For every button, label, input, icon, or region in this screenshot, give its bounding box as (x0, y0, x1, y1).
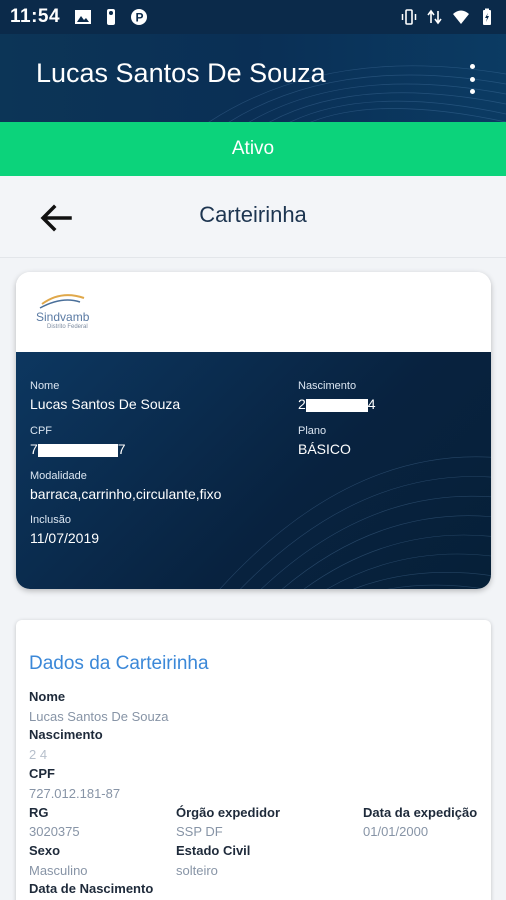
detail-label-sexo: Sexo (29, 843, 61, 858)
card-field-cpf: CPF 77 (30, 425, 126, 457)
detail-label-rg: RG (29, 805, 49, 820)
header-title: Lucas Santos De Souza (36, 58, 326, 88)
status-time: 11:54 (10, 6, 61, 27)
wave-pattern (219, 456, 491, 589)
more-vert-icon[interactable] (462, 64, 482, 94)
details-title: Dados da Carteirinha (29, 653, 209, 674)
detail-label-data-nascimento: Data de Nascimento (29, 881, 154, 896)
nav-bar: Carteirinha (0, 176, 506, 258)
member-card: Sindvamb Distrito Federal Nome Lucas San… (16, 272, 491, 589)
logo-subtext: Distrito Federal (47, 324, 88, 330)
detail-value-sexo: Masculino (29, 863, 88, 878)
nascimento-prefix: 2 (298, 396, 306, 412)
battery-icon (483, 8, 491, 25)
wifi-icon (453, 10, 469, 24)
detail-value-nascimento: 2 4 (29, 747, 48, 762)
detail-value-data-expedicao: 01/01/2000 (363, 824, 429, 839)
detail-value-cpf: 727.012.181-87 (29, 786, 121, 801)
detail-value-estado-civil: solteiro (176, 863, 218, 878)
detail-label-estado-civil: Estado Civil (176, 843, 251, 858)
detail-value-rg: 3020375 (29, 824, 80, 839)
cpf-prefix: 7 (30, 441, 38, 457)
detail-label-orgao: Órgão expedidor (176, 805, 281, 820)
card-field-nascimento: Nascimento 24 (298, 380, 376, 412)
status-label: Ativo (231, 138, 275, 159)
cpf-suffix: 7 (117, 441, 126, 457)
card-field-modalidade: Modalidade barraca,carrinho,circulante,f… (30, 470, 222, 502)
data-arrows-icon (427, 9, 442, 25)
status-bar: 11:54 P (0, 0, 506, 34)
detail-label-nome: Nome (29, 689, 66, 704)
parking-icon: P (131, 9, 148, 25)
detail-value-nome: Lucas Santos De Souza (29, 709, 169, 724)
nascimento-suffix: 4 (367, 396, 376, 412)
vibrate-icon (401, 9, 417, 25)
card-field-nome: Nome Lucas Santos De Souza (30, 380, 181, 412)
svg-text:P: P (136, 11, 144, 25)
page-title: Carteirinha (199, 202, 307, 227)
details-card: Dados da Carteirinha Nome Lucas Santos D… (16, 620, 491, 900)
app-header: Lucas Santos De Souza (0, 34, 506, 122)
detail-value-orgao: SSP DF (176, 824, 223, 839)
logo-text: Sindvamb (36, 310, 90, 324)
redaction-mask (37, 443, 118, 457)
card-field-plano: Plano BÁSICO (298, 425, 351, 457)
person-icon (107, 9, 116, 25)
detail-label-data-expedicao: Data da expedição (363, 805, 478, 820)
detail-label-nascimento: Nascimento (29, 727, 103, 742)
redaction-mask (305, 398, 368, 412)
detail-label-cpf: CPF (29, 766, 55, 781)
card-field-inclusao: Inclusão 11/07/2019 (30, 514, 100, 546)
image-icon (75, 10, 92, 24)
status-badge: Ativo (0, 122, 506, 176)
